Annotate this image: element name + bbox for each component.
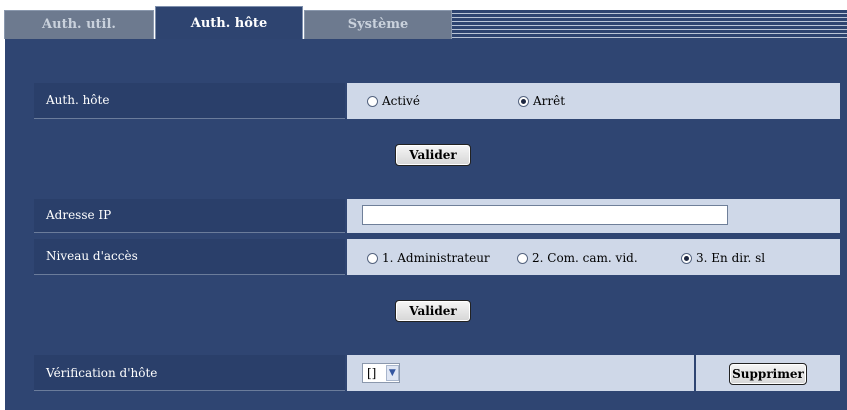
radio-unchecked-icon bbox=[367, 252, 378, 264]
tab-user-auth[interactable]: Auth. util. bbox=[4, 10, 154, 39]
radio-checked-icon bbox=[681, 252, 692, 264]
host-check-row: Vérification d'hôte [] ▼ Supprimer bbox=[34, 355, 840, 391]
ip-address-value-cell bbox=[347, 199, 840, 233]
access-level-submit-button[interactable]: Valider bbox=[395, 300, 471, 322]
settings-panel: Auth. hôte Activé Arrêt Valider Adresse … bbox=[5, 39, 847, 410]
ip-address-input[interactable] bbox=[362, 205, 728, 225]
access-level-value-cell: 1. Administrateur 2. Com. cam. vid. 3. E… bbox=[347, 239, 840, 275]
tab-bar: Auth. util. Auth. hôte Système bbox=[0, 0, 847, 40]
host-check-label: Vérification d'hôte bbox=[46, 366, 158, 380]
host-check-select-value: [] bbox=[367, 366, 377, 380]
access-level-camctrl-radio[interactable]: 2. Com. cam. vid. bbox=[517, 251, 638, 265]
ip-address-row: Adresse IP bbox=[34, 199, 840, 233]
access-level-live-radio[interactable]: 3. En dir. sl bbox=[681, 251, 765, 265]
ip-address-label-cell: Adresse IP bbox=[34, 199, 345, 233]
access-level-admin-label: 1. Administrateur bbox=[382, 251, 490, 265]
access-level-admin-radio[interactable]: 1. Administrateur bbox=[367, 251, 490, 265]
chevron-down-icon[interactable]: ▼ bbox=[385, 365, 399, 381]
host-auth-submit-button[interactable]: Valider bbox=[395, 144, 471, 166]
ip-address-label: Adresse IP bbox=[46, 208, 112, 222]
access-level-live-label: 3. En dir. sl bbox=[696, 251, 766, 265]
radio-checked-icon bbox=[518, 95, 529, 107]
host-auth-label-cell: Auth. hôte bbox=[34, 83, 345, 119]
tab-bar-decoration bbox=[452, 10, 847, 39]
host-auth-value-cell: Activé Arrêt bbox=[347, 83, 840, 119]
tab-host-auth-label: Auth. hôte bbox=[190, 16, 268, 31]
tab-user-auth-label: Auth. util. bbox=[42, 17, 116, 32]
host-check-select[interactable]: [] ▼ bbox=[362, 363, 400, 383]
host-auth-off-label: Arrêt bbox=[533, 94, 566, 108]
access-level-label: Niveau d'accès bbox=[46, 249, 138, 263]
host-auth-on-radio[interactable]: Activé bbox=[367, 94, 420, 108]
access-level-row: Niveau d'accès 1. Administrateur 2. Com.… bbox=[34, 239, 840, 275]
access-level-label-cell: Niveau d'accès bbox=[34, 239, 345, 275]
host-auth-label: Auth. hôte bbox=[46, 93, 110, 107]
radio-unchecked-icon bbox=[517, 252, 528, 264]
host-check-label-cell: Vérification d'hôte bbox=[34, 355, 345, 391]
delete-button[interactable]: Supprimer bbox=[729, 363, 807, 385]
host-check-select-cell: [] ▼ bbox=[347, 355, 694, 391]
host-auth-row: Auth. hôte Activé Arrêt bbox=[34, 83, 840, 119]
host-auth-off-radio[interactable]: Arrêt bbox=[518, 94, 565, 108]
tab-system-label: Système bbox=[347, 17, 409, 32]
host-check-action-cell: Supprimer bbox=[696, 355, 840, 391]
tab-system[interactable]: Système bbox=[304, 10, 452, 39]
access-level-camctrl-label: 2. Com. cam. vid. bbox=[532, 251, 638, 265]
tab-host-auth[interactable]: Auth. hôte bbox=[155, 6, 303, 40]
radio-unchecked-icon bbox=[367, 95, 378, 107]
host-auth-on-label: Activé bbox=[382, 94, 420, 108]
